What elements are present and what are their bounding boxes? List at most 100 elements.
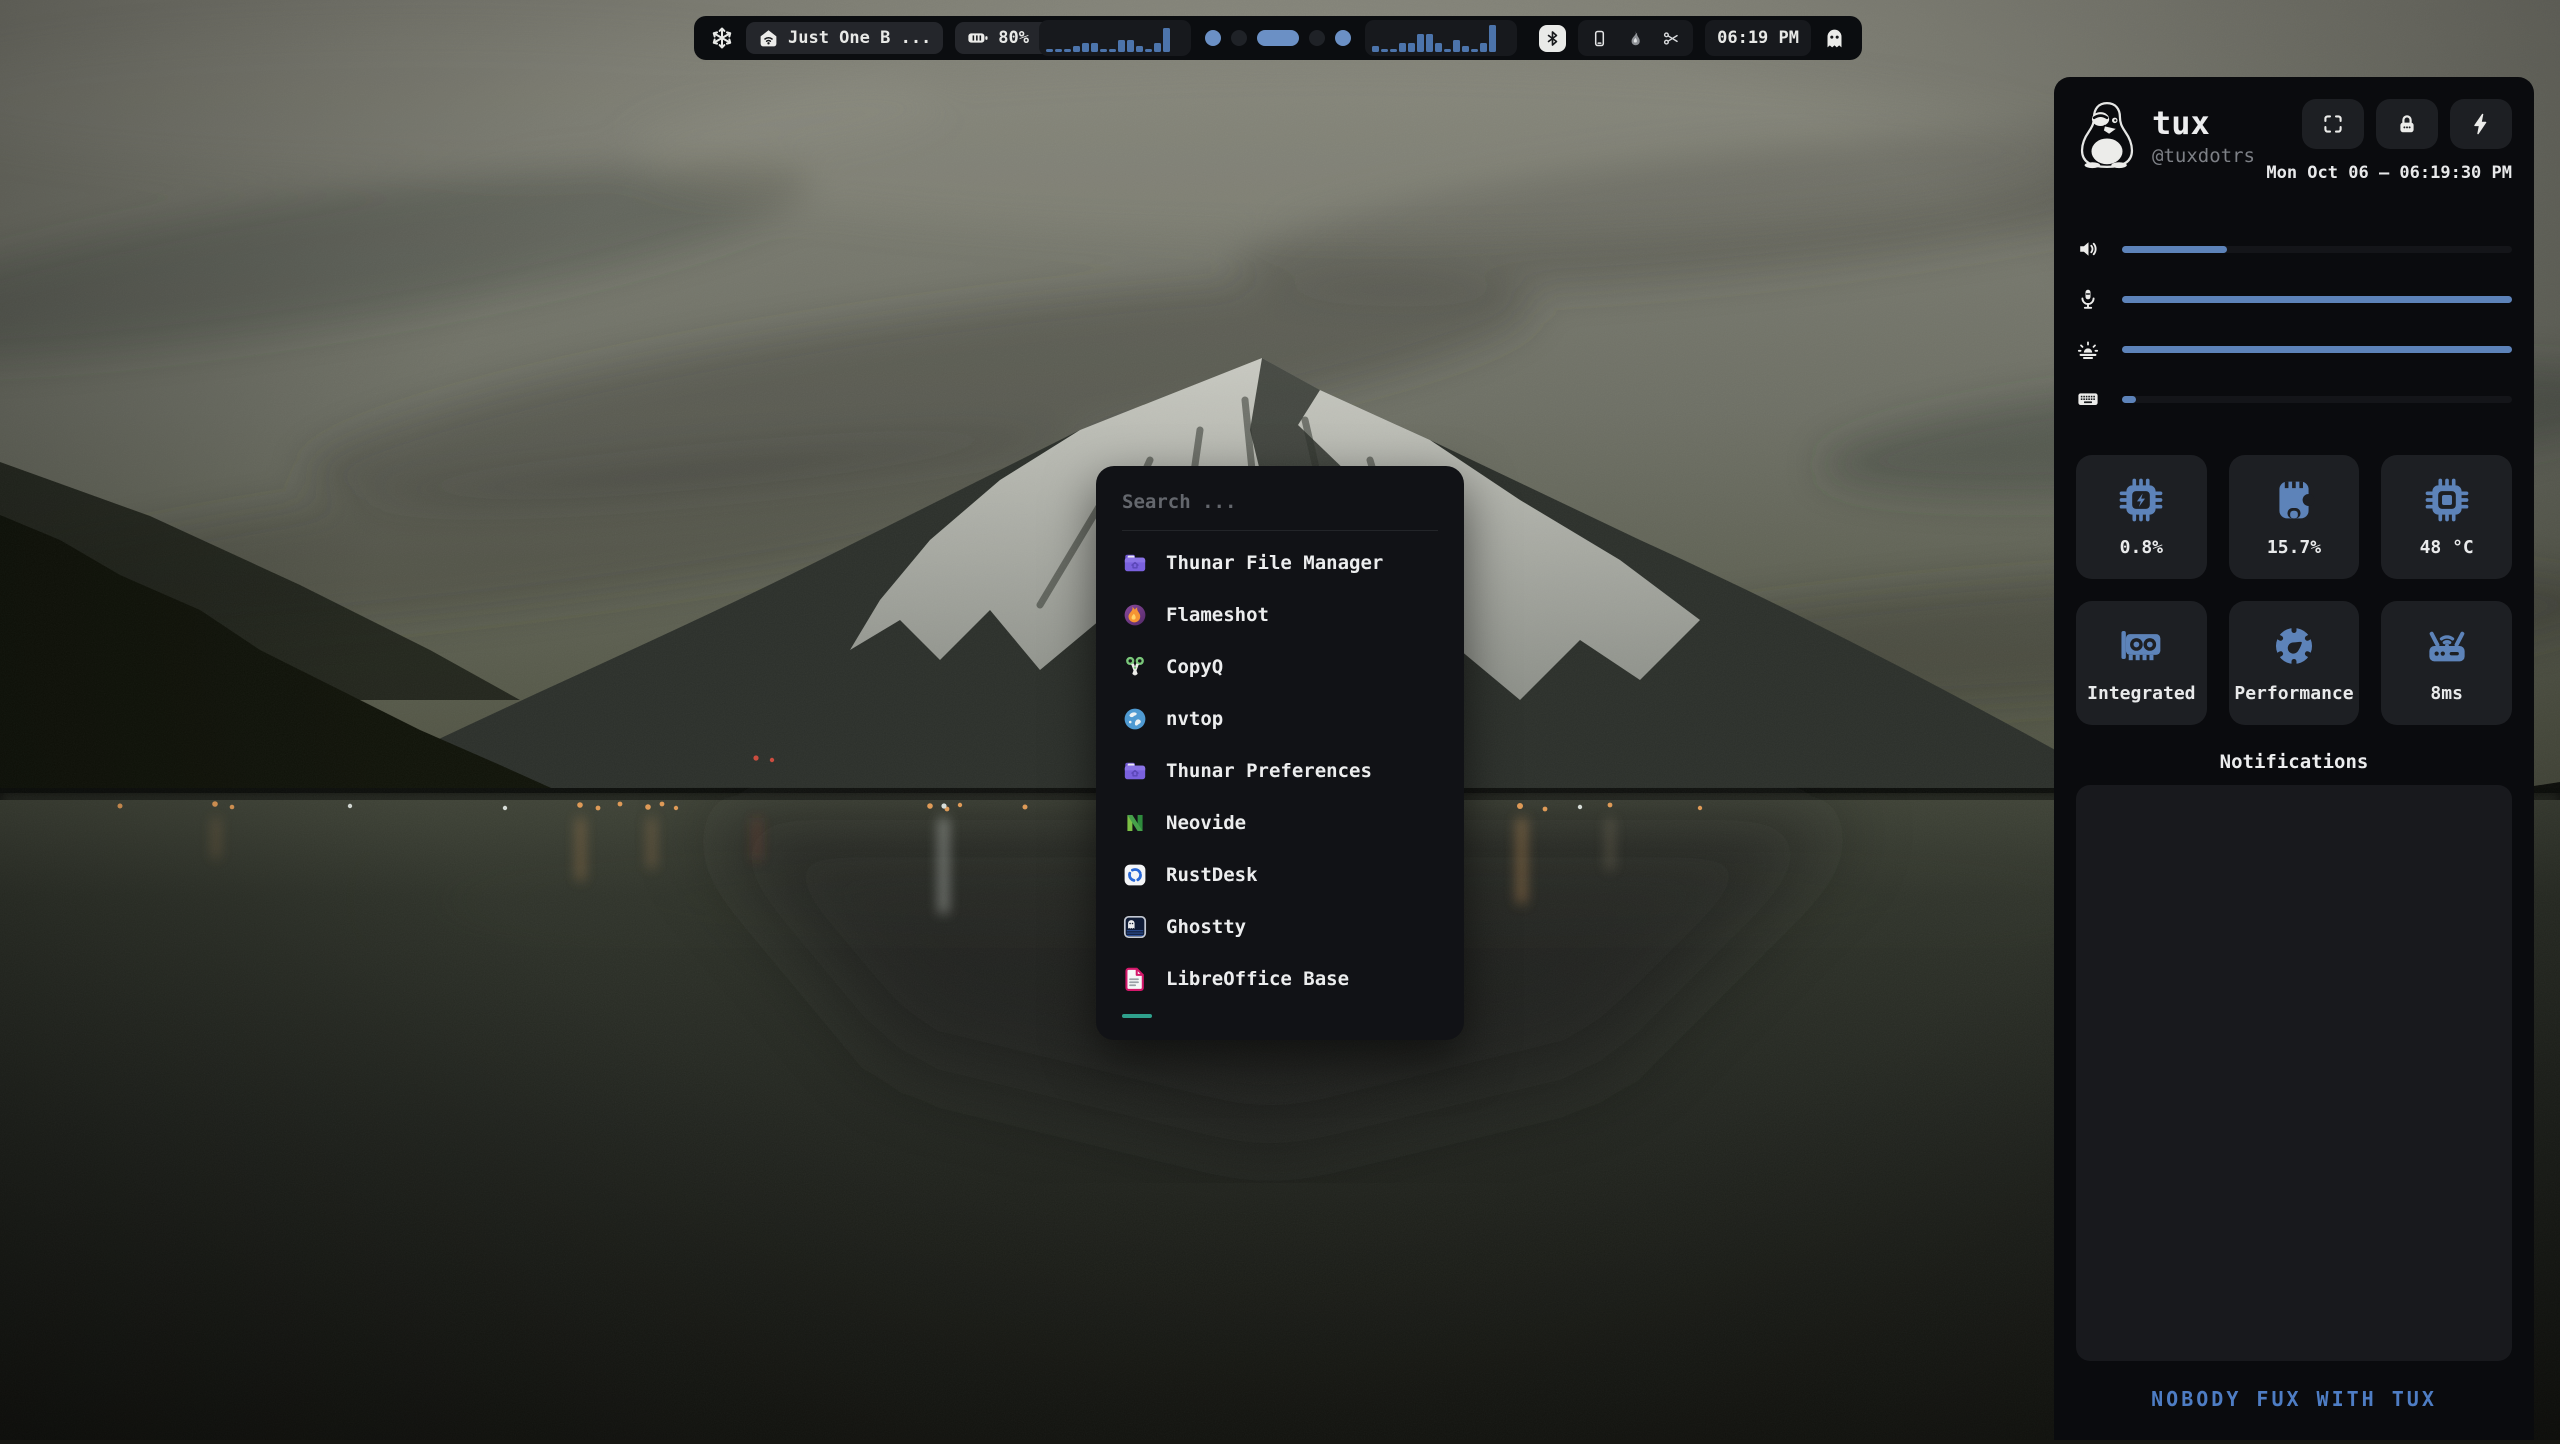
notifications-title: Notifications: [2076, 751, 2512, 773]
app-list-item[interactable]: Neovide: [1122, 797, 1438, 849]
graph-bar: [1372, 46, 1379, 52]
slider-fill[interactable]: [2122, 296, 2512, 303]
app-list-item[interactable]: Thunar Preferences: [1122, 745, 1438, 797]
workspace-indicators: [1205, 30, 1351, 46]
cpu-bolt-icon: [2118, 477, 2164, 523]
folder-icon: [1122, 758, 1148, 784]
app-list-item[interactable]: Flameshot: [1122, 589, 1438, 641]
profile-handle: @tuxdotrs: [2152, 145, 2255, 167]
app-label: LibreOffice Base: [1166, 968, 1349, 990]
workspace-dot[interactable]: [1257, 30, 1299, 46]
network-graph: [1365, 20, 1517, 56]
topbar-left-group: Just One B ... 80% 0W: [710, 22, 1072, 54]
search-input[interactable]: Search ...: [1122, 491, 1236, 513]
app-label: Flameshot: [1166, 604, 1269, 626]
workspace-dot[interactable]: [1309, 30, 1325, 46]
slider-track[interactable]: [2122, 396, 2512, 403]
topbar-center-group: [1039, 20, 1517, 56]
stat-label: 15.7%: [2267, 537, 2321, 558]
app-list: Thunar File Manager Flameshot CopyQ nvto…: [1122, 537, 1438, 1005]
network-widget[interactable]: Just One B ...: [746, 22, 943, 54]
app-label: CopyQ: [1166, 656, 1223, 678]
distro-snowflake-icon[interactable]: [710, 26, 734, 50]
quick-button[interactable]: [2302, 99, 2364, 149]
power-bolt-icon: [2469, 112, 2493, 136]
graph-bar: [1163, 28, 1170, 52]
stat-label: Integrated: [2087, 683, 2195, 704]
graph-bar: [1489, 25, 1496, 52]
app-list-item[interactable]: Thunar File Manager: [1122, 537, 1438, 589]
graph-bar: [1426, 34, 1433, 52]
bluetooth-icon: [1543, 29, 1562, 48]
workspace-dot[interactable]: [1205, 30, 1221, 46]
profile-name: tux: [2152, 105, 2255, 141]
flame-icon[interactable]: [1626, 29, 1645, 48]
stat-tile: 15.7%: [2229, 455, 2360, 579]
app-label: Thunar Preferences: [1166, 760, 1372, 782]
app-label: RustDesk: [1166, 864, 1258, 886]
slider-fill[interactable]: [2122, 246, 2227, 253]
network-label: Just One B ...: [788, 28, 931, 48]
slider-track[interactable]: [2122, 246, 2512, 253]
graph-bar: [1109, 49, 1116, 52]
copyq-icon: [1122, 654, 1148, 680]
clock-widget[interactable]: 06:19 PM: [1705, 20, 1811, 56]
neovide-icon: [1122, 810, 1148, 836]
lock-icon: [2395, 112, 2419, 136]
slider-track[interactable]: [2122, 346, 2512, 353]
stat-tile: 48 °C: [2381, 455, 2512, 579]
rustdesk-icon: [1122, 862, 1148, 888]
workspace-dot[interactable]: [1231, 30, 1247, 46]
topbar-right-group: 06:19 PM: [1539, 20, 1846, 56]
identity-block: tux @tuxdotrs: [2152, 99, 2255, 167]
graph-bar: [1064, 49, 1071, 52]
app-list-item[interactable]: nvtop: [1122, 693, 1438, 745]
screenshot-region-icon: [2321, 112, 2345, 136]
ghostty-icon: [1122, 914, 1148, 940]
slider-fill[interactable]: [2122, 346, 2512, 353]
cpu-temp-icon: [2424, 477, 2470, 523]
graph-bar: [1390, 49, 1397, 52]
app-list-item[interactable]: RustDesk: [1122, 849, 1438, 901]
ram-icon: [2271, 477, 2317, 523]
stat-tile: Performance: [2229, 601, 2360, 725]
stat-label: 0.8%: [2120, 537, 2163, 558]
tray-widget: [1578, 20, 1693, 56]
graph-bar: [1471, 49, 1478, 52]
graph-bar: [1381, 49, 1388, 52]
slider-fill[interactable]: [2122, 396, 2136, 403]
quick-button[interactable]: [2450, 99, 2512, 149]
footer-motto: NOBODY FUX WITH TUX: [2076, 1387, 2512, 1411]
workspace-dot[interactable]: [1335, 30, 1351, 46]
quick-button[interactable]: [2376, 99, 2438, 149]
graph-bar: [1444, 49, 1451, 52]
slider-row: [2076, 337, 2512, 361]
folder-icon: [1122, 550, 1148, 576]
phone-icon[interactable]: [1590, 29, 1609, 48]
graph-bar: [1100, 49, 1107, 52]
slider-row: [2076, 237, 2512, 261]
graph-bar: [1435, 43, 1442, 52]
profile-header: tux @tuxdotrs Mon Oct 0: [2076, 99, 2512, 183]
quick-buttons: [2302, 99, 2512, 149]
app-list-item[interactable]: LibreOffice Base: [1122, 953, 1438, 1005]
graph-bar: [1118, 40, 1125, 52]
brightness-icon: [2076, 337, 2100, 361]
app-list-item[interactable]: Ghostty: [1122, 901, 1438, 953]
stat-tile: 0.8%: [2076, 455, 2207, 579]
app-label: nvtop: [1166, 708, 1223, 730]
keyboard-icon: [2076, 387, 2100, 411]
app-launcher: Search ... Thunar File Manager Flameshot…: [1096, 466, 1464, 1040]
graph-bar: [1145, 49, 1152, 52]
scissors-icon[interactable]: [1662, 29, 1681, 48]
app-label: Neovide: [1166, 812, 1246, 834]
bluetooth-button[interactable]: [1539, 25, 1566, 52]
ghost-icon[interactable]: [1823, 27, 1846, 50]
slider-track[interactable]: [2122, 296, 2512, 303]
stat-tile: 8ms: [2381, 601, 2512, 725]
app-list-item[interactable]: CopyQ: [1122, 641, 1438, 693]
graph-bar: [1417, 34, 1424, 52]
launcher-divider: [1122, 530, 1438, 531]
router-icon: [2424, 623, 2470, 669]
nvtop-icon: [1122, 706, 1148, 732]
